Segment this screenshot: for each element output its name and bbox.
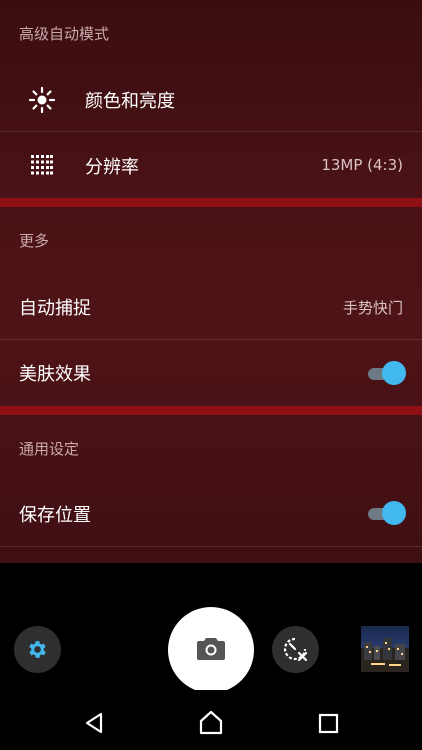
recents-square-icon[interactable] — [318, 713, 339, 734]
section-separator-band — [0, 406, 422, 415]
setting-label: 保存位置 — [19, 505, 91, 526]
toggle-knob — [382, 361, 406, 385]
setting-value: 手势快门 — [342, 299, 403, 317]
toggle-knob — [382, 501, 406, 525]
home-icon[interactable] — [198, 710, 224, 735]
section-header-advanced-auto: 高级自动模式 — [19, 25, 110, 43]
gallery-thumbnail[interactable] — [361, 626, 409, 672]
setting-label: 颜色和亮度 — [85, 91, 175, 112]
setting-value: 13MP (4:3) — [321, 156, 403, 174]
beauty-effect-toggle[interactable] — [366, 361, 406, 385]
grid-dots-icon — [31, 155, 53, 175]
setting-auto-capture[interactable]: 自动捕捉 手势快门 — [0, 274, 422, 340]
shutter-button[interactable] — [168, 607, 254, 693]
back-triangle-icon[interactable] — [83, 711, 105, 735]
timer-off-icon — [283, 637, 308, 662]
navigation-bar — [0, 690, 422, 750]
gallery-preview-image — [361, 638, 409, 672]
setting-label: 美肤效果 — [19, 364, 91, 385]
setting-resolution[interactable]: 分辨率 13MP (4:3) — [0, 132, 422, 198]
divider — [0, 546, 422, 547]
setting-label: 分辨率 — [85, 157, 139, 178]
settings-panel: 高级自动模式 颜色和亮度 分辨率 13MP (4:3) 更多 自动捕捉 手势快门… — [0, 0, 422, 563]
section-header-more: 更多 — [19, 232, 50, 250]
section-separator-band — [0, 198, 422, 207]
brightness-icon — [28, 86, 56, 114]
camera-icon — [197, 638, 225, 660]
save-location-toggle[interactable] — [366, 501, 406, 525]
settings-button[interactable] — [14, 626, 61, 673]
section-header-general: 通用设定 — [19, 440, 80, 458]
setting-color-brightness[interactable]: 颜色和亮度 — [0, 66, 422, 132]
setting-label: 自动捕捉 — [19, 298, 91, 319]
gear-icon — [29, 641, 46, 658]
setting-save-location[interactable]: 保存位置 — [0, 481, 422, 547]
self-timer-button[interactable] — [272, 626, 319, 673]
setting-beauty-effect[interactable]: 美肤效果 — [0, 340, 422, 406]
